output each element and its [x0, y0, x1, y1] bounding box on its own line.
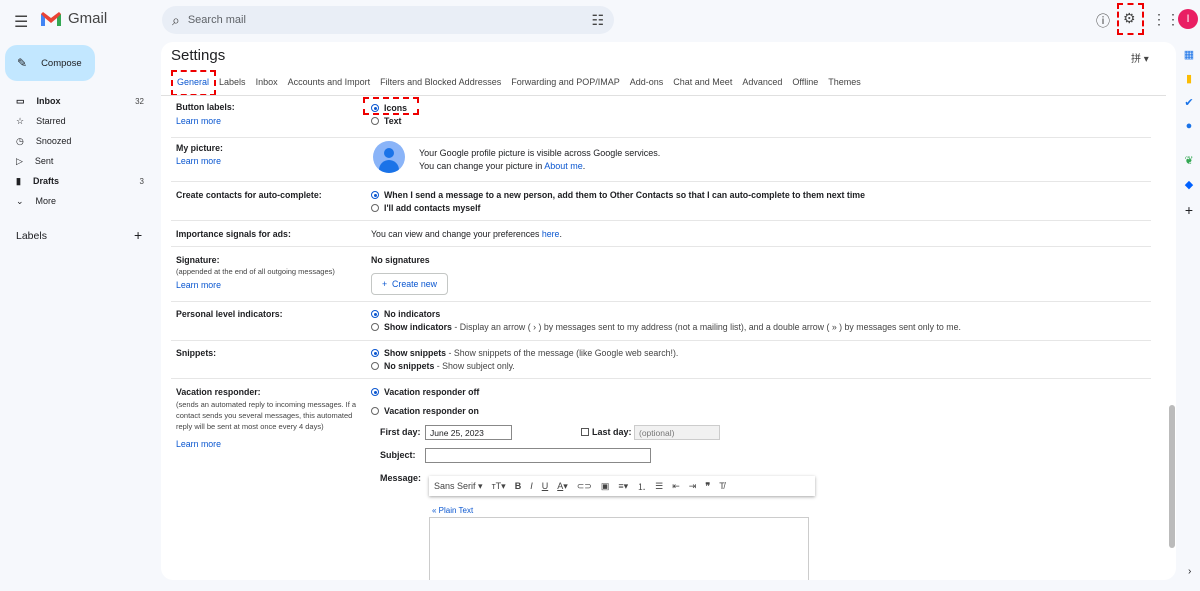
create-signature-button[interactable]: + Create new [371, 273, 449, 295]
tab-offline[interactable]: Offline [787, 77, 823, 87]
sidebar-item-inbox[interactable]: ▭ Inbox 32 [0, 91, 155, 111]
apps-grid-icon[interactable]: ⋮⋮ [1152, 11, 1180, 28]
plus-icon: + [382, 279, 390, 289]
tab-advanced[interactable]: Advanced [737, 77, 787, 87]
remove-formatting-icon[interactable]: T̸ [719, 481, 725, 491]
indent-more-icon[interactable]: ⇥ [689, 481, 697, 492]
scrollbar[interactable] [1169, 405, 1175, 548]
clock-icon: ◷ [16, 135, 24, 146]
row-signature: Signature: (appended at the end of all o… [171, 247, 1151, 302]
sidebar-item-sent[interactable]: ▷ Sent [0, 151, 155, 171]
tab-chat[interactable]: Chat and Meet [668, 77, 737, 87]
labels-header: Labels [16, 230, 47, 242]
learn-more-link[interactable]: Learn more [176, 280, 221, 290]
sidebar-item-snoozed[interactable]: ◷ Snoozed [0, 131, 155, 151]
quote-icon[interactable]: ❞ [705, 481, 710, 492]
settings-tabs: General Labels Inbox Accounts and Import… [171, 77, 866, 87]
row-importance: Importance signals for ads: You can view… [171, 221, 1151, 247]
ads-preferences-link[interactable]: here [542, 229, 560, 239]
search-bar[interactable]: ⌕ Search mail ☷ [162, 6, 614, 34]
sidebar-item-drafts[interactable]: ▮ Drafts 3 [0, 171, 155, 191]
row-button-labels: Button labels: Learn more Icons Text [171, 96, 1151, 138]
tab-inbox[interactable]: Inbox [251, 77, 283, 87]
radio-vacation-on[interactable] [371, 407, 379, 415]
gmail-m-icon [41, 11, 61, 26]
tasks-icon[interactable]: ✔ [1178, 96, 1200, 120]
tab-accounts[interactable]: Accounts and Import [283, 77, 376, 87]
font-select[interactable]: Sans Serif ▾ [434, 481, 483, 492]
settings-panel: Settings 拼 ▾ General Labels Inbox Accoun… [161, 42, 1176, 580]
tab-filters[interactable]: Filters and Blocked Addresses [375, 77, 506, 87]
row-snippets: Snippets: Show snippets - Show snippets … [171, 341, 1151, 379]
pencil-icon: ✎ [17, 56, 28, 70]
underline-icon[interactable]: U [542, 481, 549, 491]
link-icon[interactable]: ⊂⊃ [577, 481, 592, 492]
text-color-icon[interactable]: A▾ [557, 481, 568, 492]
row-contacts: Create contacts for auto-complete: When … [171, 182, 1151, 221]
radio-vacation-off[interactable] [371, 388, 379, 396]
send-icon: ▷ [16, 155, 23, 166]
evernote-icon[interactable]: ❦ [1178, 154, 1200, 178]
bold-icon[interactable]: B [515, 481, 522, 491]
first-day-input[interactable]: June 25, 2023 [425, 425, 512, 440]
chevron-down-icon: ⌄ [16, 195, 24, 206]
formatting-toolbar: Sans Serif ▾ тT▾ B I U A▾ ⊂⊃ ▣ ≡▾ ⒈ ☰ ⇤ … [429, 476, 815, 496]
app-name: Gmail [68, 10, 108, 27]
last-day-checkbox[interactable] [581, 428, 589, 436]
draft-icon: ▮ [16, 175, 21, 186]
tab-labels[interactable]: Labels [214, 77, 251, 87]
italic-icon[interactable]: I [530, 481, 533, 491]
sidebar-item-starred[interactable]: ☆ Starred [0, 111, 155, 131]
row-my-picture: My picture: Learn more Your Google profi… [171, 138, 1151, 182]
search-input[interactable]: Search mail [188, 14, 584, 26]
font-size-icon[interactable]: тT▾ [492, 481, 506, 492]
contacts-icon[interactable]: ● [1178, 120, 1200, 144]
avatar[interactable]: I [1178, 9, 1198, 29]
radio-no-snippets[interactable] [371, 362, 379, 370]
bulleted-list-icon[interactable]: ☰ [655, 481, 663, 492]
tab-addons[interactable]: Add-ons [625, 77, 669, 87]
radio-show-indicators[interactable] [371, 323, 379, 331]
input-tools-icon[interactable]: 拼 ▾ [1131, 50, 1149, 65]
keep-icon[interactable]: ▮ [1178, 72, 1200, 96]
add-label-icon[interactable]: + [134, 227, 142, 243]
learn-more-link[interactable]: Learn more [176, 439, 221, 449]
indent-less-icon[interactable]: ⇤ [672, 481, 680, 492]
compose-button[interactable]: ✎ Compose [5, 45, 95, 81]
tab-themes[interactable]: Themes [823, 77, 866, 87]
subject-input[interactable] [425, 448, 651, 463]
last-day-input[interactable]: (optional) [634, 425, 720, 440]
radio-show-snippets[interactable] [371, 349, 379, 357]
tab-forwarding[interactable]: Forwarding and POP/IMAP [506, 77, 625, 87]
about-me-link[interactable]: About me [544, 161, 583, 171]
profile-picture[interactable] [373, 141, 405, 173]
row-personal-indicators: Personal level indicators: No indicators… [171, 302, 1151, 341]
image-icon[interactable]: ▣ [601, 481, 610, 492]
gmail-logo[interactable]: Gmail [40, 10, 107, 27]
learn-more-link[interactable]: Learn more [176, 116, 221, 126]
main-menu-icon[interactable]: ☰ [14, 12, 28, 32]
add-addon-icon[interactable]: + [1178, 202, 1200, 226]
sidebar-item-more[interactable]: ⌄ More [0, 191, 155, 211]
radio-manual-contacts[interactable] [371, 204, 379, 212]
plain-text-link[interactable]: « Plain Text [432, 506, 473, 515]
calendar-icon[interactable]: ▦ [1178, 48, 1200, 72]
side-panel: ▦ ▮ ✔ ● ❦ ◆ + [1178, 42, 1200, 226]
align-icon[interactable]: ≡▾ [618, 481, 628, 492]
star-icon: ☆ [16, 115, 25, 126]
search-icon[interactable]: ⌕ [172, 12, 180, 29]
numbered-list-icon[interactable]: ⒈ [637, 480, 646, 493]
message-editor[interactable] [429, 517, 809, 580]
expand-panel-icon[interactable]: › [1188, 566, 1191, 577]
help-icon[interactable]: ⓘ [1096, 11, 1110, 31]
learn-more-link[interactable]: Learn more [176, 156, 221, 166]
search-options-icon[interactable]: ☷ [591, 12, 604, 29]
radio-auto-add-contacts[interactable] [371, 191, 379, 199]
radio-text[interactable] [371, 117, 379, 125]
dropbox-icon[interactable]: ◆ [1178, 178, 1200, 202]
radio-no-indicators[interactable] [371, 310, 379, 318]
inbox-icon: ▭ [16, 95, 25, 106]
page-title: Settings [171, 47, 226, 64]
